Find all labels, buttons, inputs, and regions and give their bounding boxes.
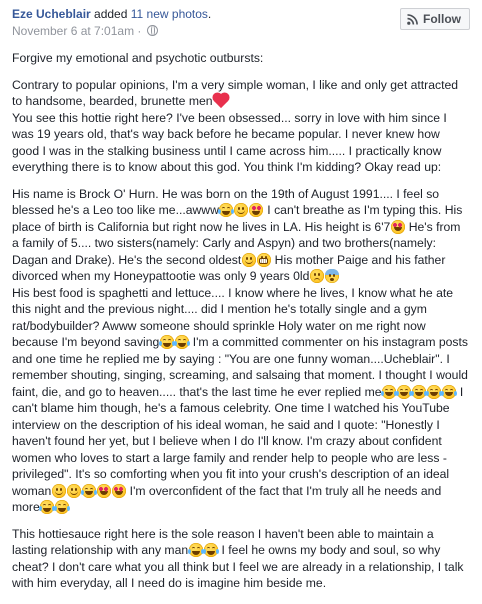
smiling-face-emoji-icon bbox=[66, 483, 81, 498]
tears-of-joy-emoji-icon bbox=[426, 384, 443, 399]
tears-of-joy-emoji-icon bbox=[411, 384, 428, 399]
post-timestamp[interactable]: November 6 at 7:01am bbox=[12, 24, 134, 38]
smiling-face-emoji-icon bbox=[51, 483, 66, 498]
paragraph-2: Contrary to popular opinions, I'm a very… bbox=[12, 77, 470, 176]
paragraph-1: Forgive my emotional and psychotic outbu… bbox=[12, 51, 264, 65]
tears-of-joy-emoji-icon bbox=[187, 543, 204, 557]
tears-of-joy-emoji-icon bbox=[158, 335, 175, 349]
facebook-post: Eze Ucheblair added 11 new photos. Novem… bbox=[0, 0, 482, 604]
rss-icon bbox=[407, 13, 418, 25]
follow-button[interactable]: Follow bbox=[400, 8, 470, 30]
added-text: added bbox=[90, 7, 131, 21]
globe-icon[interactable] bbox=[146, 25, 158, 36]
author-name-link[interactable]: Eze Ucheblair bbox=[12, 7, 91, 21]
tears-of-joy-emoji-icon bbox=[80, 483, 97, 498]
tears-of-joy-emoji-icon bbox=[173, 335, 190, 349]
follow-label: Follow bbox=[423, 12, 461, 26]
heart-eyes-emoji-icon bbox=[249, 203, 264, 217]
paragraph-4-part-c: I can't blame him though, he's a famous … bbox=[12, 384, 464, 498]
paragraph-2-part-b: You see this hottie right here? I've bee… bbox=[12, 110, 447, 175]
tears-of-joy-emoji-icon bbox=[381, 384, 398, 399]
paragraph-3: His name is Brock O' Hurn. He was born o… bbox=[12, 186, 470, 516]
paragraph-5: This hottiesauce right here is the sole … bbox=[12, 526, 470, 592]
tears-of-joy-emoji-icon bbox=[202, 543, 219, 557]
heart-eyes-emoji-icon bbox=[390, 219, 405, 234]
tears-of-joy-emoji-icon bbox=[441, 384, 458, 399]
post-header: Eze Ucheblair added 11 new photos. Novem… bbox=[12, 6, 470, 50]
tears-of-joy-emoji-icon bbox=[54, 500, 71, 514]
photos-suffix: . bbox=[207, 7, 212, 21]
frowning-face-emoji-icon bbox=[309, 269, 324, 283]
meta-separator: · bbox=[134, 24, 145, 38]
grimacing-face-emoji-icon bbox=[256, 252, 271, 267]
tears-of-joy-emoji-icon bbox=[39, 500, 56, 514]
tears-of-joy-emoji-icon bbox=[396, 384, 413, 399]
heart-eyes-emoji-icon bbox=[111, 483, 126, 498]
red-heart-emoji-icon bbox=[213, 93, 228, 109]
photos-link[interactable]: 11 new photos bbox=[131, 7, 208, 21]
tears-of-joy-emoji-icon bbox=[218, 203, 235, 217]
heart-eyes-emoji-icon bbox=[96, 483, 111, 498]
smiling-face-emoji-icon bbox=[241, 252, 256, 267]
paragraph-2-part-a: Contrary to popular opinions, I'm a very… bbox=[12, 77, 459, 109]
smiling-face-emoji-icon bbox=[234, 203, 249, 217]
fearful-face-emoji-icon bbox=[324, 269, 339, 283]
post-body: Forgive my emotional and psychotic outbu… bbox=[12, 50, 470, 592]
